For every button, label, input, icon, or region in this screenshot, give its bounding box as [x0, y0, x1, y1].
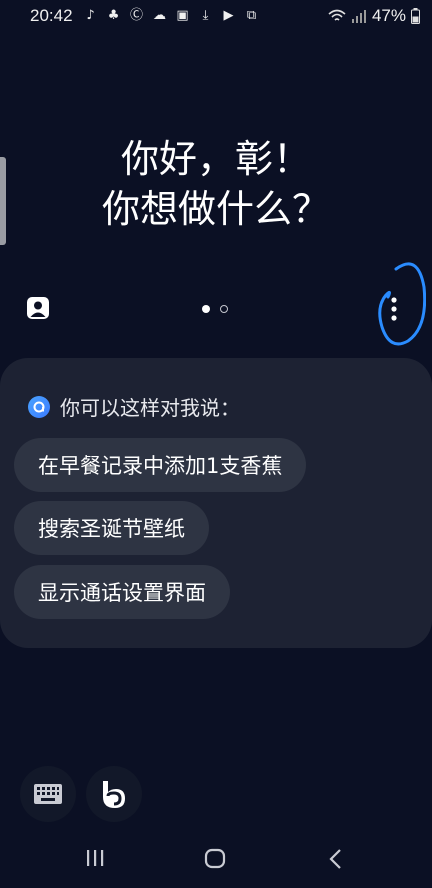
bixby-voice-button[interactable]	[86, 766, 142, 822]
more-options-icon	[378, 262, 427, 346]
battery-percent: 47%	[371, 6, 406, 25]
home-button[interactable]	[204, 848, 226, 870]
status-right: 47%	[328, 6, 420, 26]
suggestion-chip-label: 搜索圣诞节壁纸	[38, 517, 185, 541]
suggestion-chip[interactable]: 在早餐记录中添加1支香蕉	[14, 438, 307, 492]
status-time: 20:42	[30, 6, 73, 25]
suggestion-chip-label: 在早餐记录中添加1支香蕉	[38, 454, 283, 478]
navigation-bar	[0, 830, 432, 888]
greeting-line-1: 你好，彰！	[120, 137, 311, 181]
assistant-icon	[28, 395, 50, 418]
more-options-button[interactable]	[378, 257, 427, 347]
tiktok-icon: ♪	[86, 8, 95, 23]
status-bar: 20:42 ♪ ♣ Ⓒ ☁ ▣ ⤓ ▶ ⧉ 47%	[0, 0, 432, 32]
wifi-icon	[328, 9, 346, 21]
signal-icon	[351, 10, 366, 23]
suggestion-chip[interactable]: 显示通话设置界面	[14, 565, 230, 619]
suggestion-chip-label: 显示通话设置界面	[38, 581, 206, 605]
battery-icon	[411, 8, 420, 24]
notification-icons: ♪ ♣ Ⓒ ☁ ▣ ⤓ ▶ ⧉	[83, 9, 260, 23]
bixby-icon	[103, 781, 125, 808]
profile-button[interactable]	[27, 297, 49, 319]
recent-apps-button[interactable]	[85, 848, 105, 868]
keyboard-icon	[34, 784, 62, 804]
page-dot-inactive	[220, 305, 228, 313]
cloud-icon: ☁	[153, 8, 167, 23]
suggestion-chip[interactable]: 搜索圣诞节壁纸	[14, 501, 209, 555]
suggestion-header: 你可以这样对我说：	[28, 392, 240, 421]
greeting: 你好，彰！ 你想做什么？	[0, 134, 432, 234]
suggestion-card: 你可以这样对我说： 在早餐记录中添加1支香蕉 搜索圣诞节壁纸 显示通话设置界面	[0, 358, 432, 648]
back-button[interactable]	[326, 848, 346, 870]
bixby-icon: ♣	[107, 8, 120, 23]
download-icon: ⤓	[202, 8, 209, 23]
keyboard-button[interactable]	[20, 766, 76, 822]
page-dot-active	[202, 305, 210, 313]
suggestion-header-text: 你可以这样对我说：	[60, 396, 240, 420]
video-icon: ▶	[223, 8, 234, 23]
image-icon: ▣	[176, 8, 189, 23]
greeting-line-2: 你想做什么？	[101, 187, 330, 231]
page-indicator	[202, 305, 228, 313]
profile-icon	[27, 297, 49, 319]
c-icon: Ⓒ	[130, 8, 144, 23]
translate-icon: ⧉	[246, 8, 257, 23]
